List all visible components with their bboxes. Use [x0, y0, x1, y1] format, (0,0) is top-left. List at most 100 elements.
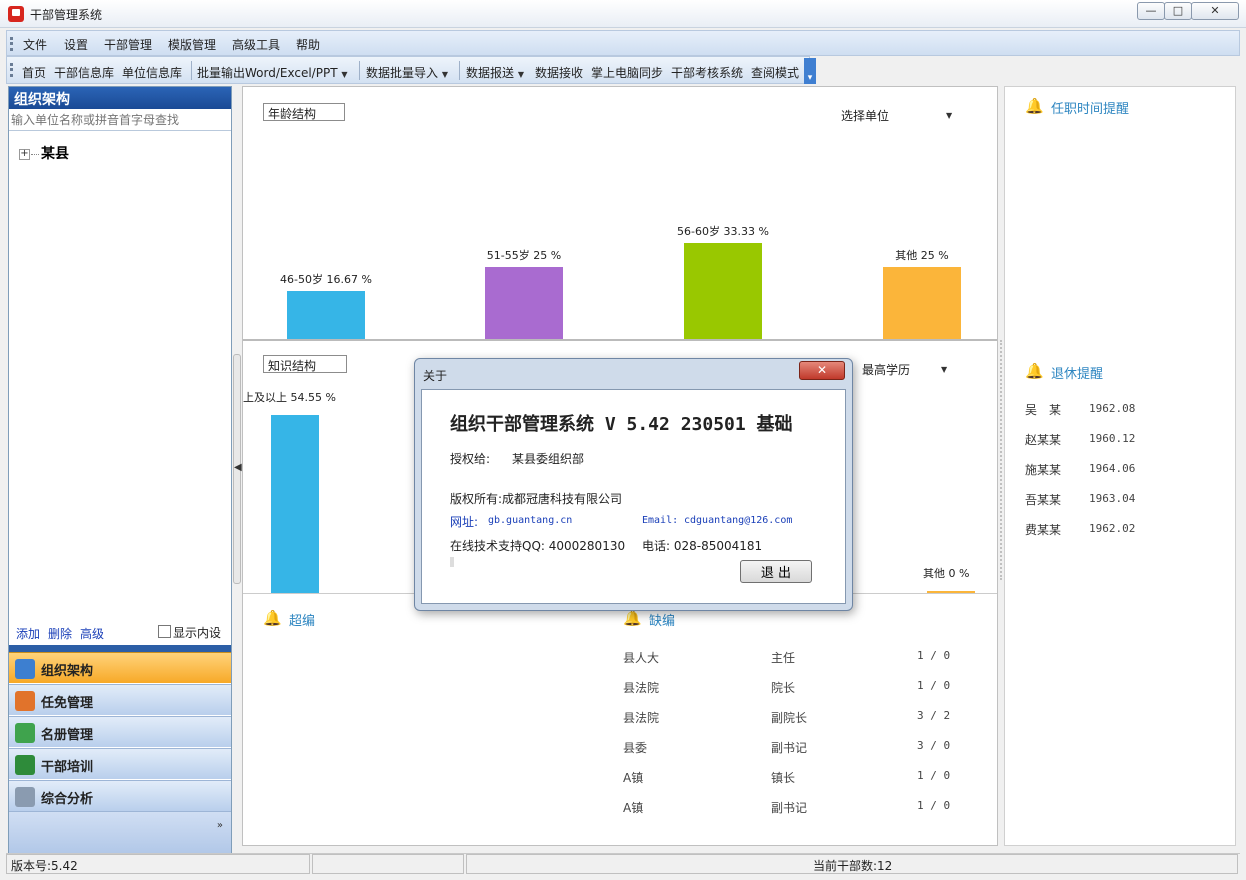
- list-item[interactable]: 吾某某 1963.04: [1025, 491, 1225, 515]
- retiree-date: 1962.02: [1089, 522, 1136, 535]
- toolbar-separator: [359, 61, 360, 80]
- toolbar-data-receive[interactable]: 数据接收: [535, 64, 583, 81]
- advanced-link[interactable]: 高级: [80, 625, 104, 642]
- dropdown-arrow-icon: ▼: [341, 70, 348, 79]
- toolbar: 首页 干部信息库 单位信息库 批量输出Word/Excel/PPT ▼ 数据批量…: [6, 56, 810, 84]
- menu-cadre-management[interactable]: 干部管理: [104, 36, 152, 53]
- knowledge-bar-label: 其他 0 %: [923, 567, 970, 580]
- bell-icon: 🔔: [1025, 362, 1044, 380]
- age-bar: [684, 243, 762, 339]
- toolbar-batch-export[interactable]: 批量输出Word/Excel/PPT ▼: [197, 64, 348, 81]
- title-bar: 干部管理系统 — □ ✕: [0, 0, 1246, 28]
- toolbar-home[interactable]: 首页: [22, 64, 46, 81]
- post-count: 1 / 0: [917, 769, 951, 782]
- retiree-date: 1964.06: [1089, 462, 1136, 475]
- double-chevron-right-icon[interactable]: »: [217, 820, 223, 831]
- age-bar: [287, 290, 365, 339]
- post-count: 1 / 0: [917, 799, 951, 812]
- status-bar: 版本号:5.42 当前干部数:12: [6, 853, 1240, 875]
- app-logo-icon: [8, 6, 24, 22]
- nav-item-org-structure[interactable]: 组织架构: [9, 652, 231, 683]
- toolbar-data-submit-label: 数据报送: [466, 66, 515, 80]
- list-item[interactable]: 费某某 1962.02: [1025, 521, 1225, 545]
- retiree-date: 1962.08: [1089, 402, 1136, 415]
- analysis-magnifier-icon: [15, 787, 35, 807]
- post-count: 1 / 0: [917, 679, 951, 692]
- bell-icon: 🔔: [623, 609, 642, 627]
- status-cadre-count: 当前干部数:12: [466, 854, 1238, 874]
- toolbar-unit-db[interactable]: 单位信息库: [122, 64, 182, 81]
- menu-template-management[interactable]: 模版管理: [168, 36, 216, 53]
- email-link[interactable]: cdguantang@126.com: [684, 515, 792, 526]
- nav-item-analysis[interactable]: 综合分析: [9, 780, 231, 811]
- tree-node-root[interactable]: 某县: [41, 143, 69, 163]
- age-bar-label: 56-60岁 33.33 %: [677, 225, 769, 238]
- dropdown-arrow-icon: ▼: [517, 70, 524, 79]
- retiree-name: 赵某某: [1025, 433, 1062, 447]
- nav-item-appointment[interactable]: 任免管理: [9, 684, 231, 715]
- toolbar-batch-import[interactable]: 数据批量导入 ▼: [366, 64, 448, 81]
- list-item: 县法院 副院长 3 / 2: [623, 709, 983, 733]
- retirement-reminder-title: 退休提醒: [1051, 367, 1104, 382]
- retiree-name: 费某某: [1025, 523, 1062, 537]
- list-item: 县委 副书记 3 / 0: [623, 739, 983, 763]
- toolbar-assessment-system[interactable]: 干部考核系统: [671, 64, 743, 81]
- menu-grip-handle[interactable]: [10, 37, 13, 51]
- list-item: A镇 副书记 1 / 0: [623, 799, 983, 823]
- post-count: 3 / 0: [917, 739, 951, 752]
- dialog-close-button[interactable]: ✕: [799, 361, 845, 380]
- minimize-button[interactable]: —: [1137, 2, 1165, 20]
- toolbar-data-submit[interactable]: 数据报送 ▼: [466, 64, 524, 81]
- collapse-left-arrow-icon[interactable]: ◀: [234, 462, 242, 473]
- toolbar-separator: [459, 61, 460, 80]
- about-dialog: 关于 ✕ 组织干部管理系统 V 5.42 230501 基础 授权给: 某县委组…: [414, 358, 853, 611]
- menu-advanced-tools[interactable]: 高级工具: [232, 36, 280, 53]
- unit-name: 县人大: [623, 651, 660, 665]
- org-chart-icon: [15, 659, 35, 679]
- list-item[interactable]: 吴 某 1962.08: [1025, 401, 1225, 425]
- toolbar-grip-handle[interactable]: [10, 63, 13, 77]
- post-name: 主任: [771, 651, 796, 665]
- toolbar-read-mode[interactable]: 查阅模式: [751, 64, 799, 81]
- retiree-date: 1960.12: [1089, 432, 1136, 445]
- nav-splitter-handle[interactable]: [9, 645, 231, 652]
- nav-item-roster[interactable]: 名册管理: [9, 716, 231, 747]
- exit-button[interactable]: 退 出: [740, 560, 812, 583]
- website-link[interactable]: gb.guantang.cn: [488, 515, 572, 526]
- menu-help[interactable]: 帮助: [296, 36, 320, 53]
- menu-file[interactable]: 文件: [23, 36, 47, 53]
- menu-settings[interactable]: 设置: [64, 36, 88, 53]
- post-name: 副书记: [771, 741, 808, 755]
- close-window-button[interactable]: ✕: [1191, 2, 1239, 20]
- post-name: 副书记: [771, 801, 808, 815]
- licensed-label: 授权给:: [450, 452, 491, 466]
- support-phone: 电话: 028-85004181: [642, 539, 763, 553]
- unit-name: A镇: [623, 771, 644, 785]
- toolbar-overflow-chevron-icon[interactable]: ▾: [804, 58, 816, 84]
- retiree-name: 施某某: [1025, 463, 1062, 477]
- nav-item-label: 任免管理: [41, 696, 94, 711]
- delete-unit-link[interactable]: 删除: [48, 625, 72, 642]
- age-bar-label: 46-50岁 16.67 %: [280, 272, 372, 286]
- list-item[interactable]: 施某某 1964.06: [1025, 461, 1225, 485]
- toolbar-pda-sync[interactable]: 掌上电脑同步: [591, 64, 663, 81]
- tree-expand-plus-icon[interactable]: +: [19, 149, 30, 160]
- nav-item-label: 干部培训: [41, 760, 94, 775]
- show-internal-checkbox[interactable]: [158, 625, 171, 638]
- reminder-panel: 🔔 任职时间提醒 🔔 退休提醒 吴 某 1962.08 赵某某 1960.12 …: [1004, 86, 1236, 846]
- roster-icon: [15, 723, 35, 743]
- add-unit-link[interactable]: 添加: [16, 625, 40, 642]
- splitter-dotted[interactable]: [1000, 340, 1002, 580]
- product-heading: 组织干部管理系统 V 5.42 230501 基础: [450, 414, 793, 435]
- dropdown-arrow-icon: ▼: [441, 70, 448, 79]
- list-item[interactable]: 赵某某 1960.12: [1025, 431, 1225, 455]
- nav-item-training[interactable]: 干部培训: [9, 748, 231, 779]
- list-item: A镇 镇长 1 / 0: [623, 769, 983, 793]
- maximize-button[interactable]: □: [1164, 2, 1192, 20]
- left-panel: 组织架构 + 某县 添加 删除 高级 显示内设 组织架构 任免管理 名册管理 干…: [8, 86, 232, 854]
- appointment-icon: [15, 691, 35, 711]
- org-search-input[interactable]: [9, 109, 231, 131]
- age-bar-label: 51-55岁 25 %: [486, 249, 562, 262]
- nav-item-label: 组织架构: [41, 664, 94, 679]
- toolbar-cadre-db[interactable]: 干部信息库: [54, 64, 114, 81]
